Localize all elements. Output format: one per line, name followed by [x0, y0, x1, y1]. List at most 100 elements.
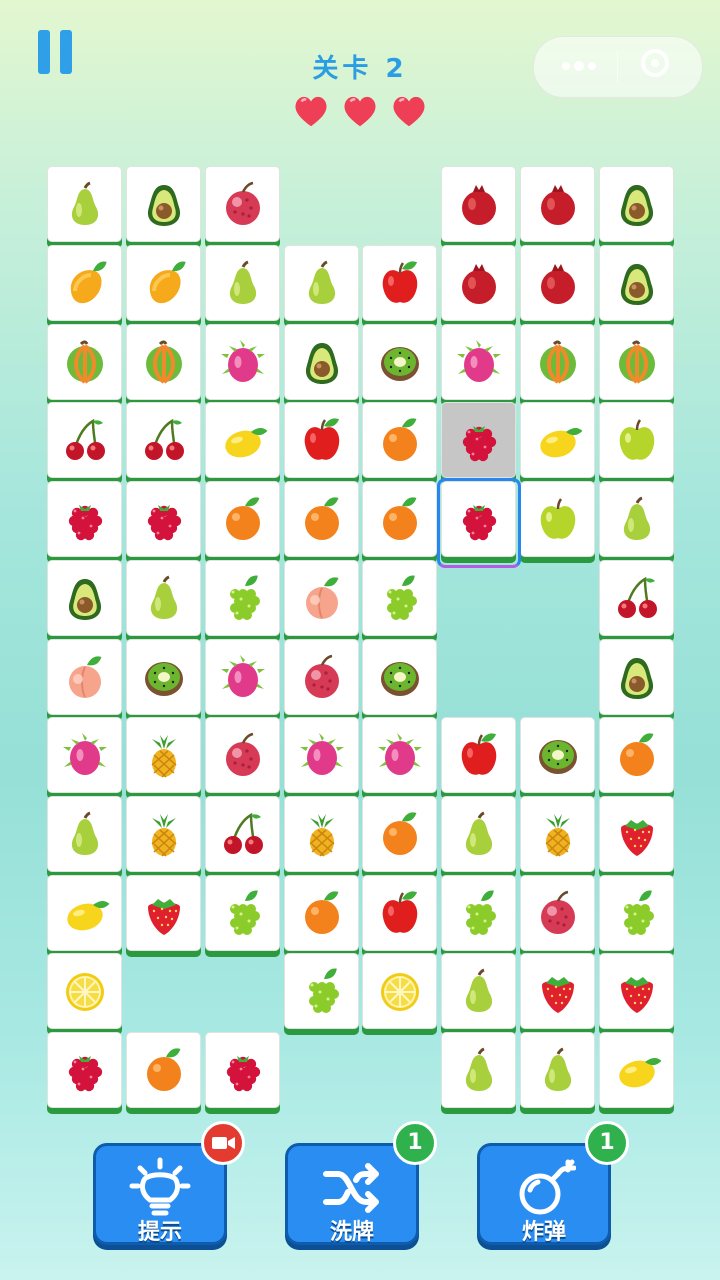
tile-dragonfruit[interactable] [362, 717, 437, 793]
tile-avocado[interactable] [47, 560, 122, 636]
tile-lemon[interactable] [47, 875, 122, 951]
tile-pomegranate[interactable] [520, 166, 595, 242]
tile-pear[interactable] [284, 245, 359, 321]
tile-lemon[interactable] [520, 402, 595, 478]
melon-icon [67, 340, 103, 384]
tile-dragonfruit[interactable] [284, 717, 359, 793]
tile-pear[interactable] [47, 796, 122, 872]
tile-lychee[interactable] [520, 875, 595, 951]
tile-raspberry[interactable] [126, 481, 201, 557]
tile-pear[interactable] [520, 1032, 595, 1108]
tile-lemon-slice[interactable] [47, 953, 122, 1029]
tile-dragonfruit[interactable] [205, 639, 280, 715]
tile-peach[interactable] [284, 560, 359, 636]
tile-melon[interactable] [599, 324, 674, 400]
apple-icon [382, 891, 418, 933]
tile-apple[interactable] [362, 245, 437, 321]
tile-orange[interactable] [599, 717, 674, 793]
tile-pear[interactable] [441, 796, 516, 872]
tile-raspberry[interactable] [205, 1032, 280, 1108]
tile-cherry[interactable] [126, 402, 201, 478]
tile-grapes[interactable] [362, 560, 437, 636]
tile-pineapple[interactable] [126, 796, 201, 872]
tile-orange[interactable] [362, 402, 437, 478]
tile-strawberry[interactable] [599, 953, 674, 1029]
tile-orange[interactable] [284, 481, 359, 557]
tile-grapes[interactable] [205, 560, 280, 636]
tile-pear[interactable] [205, 245, 280, 321]
tile-strawberry[interactable] [599, 796, 674, 872]
tile-lemon[interactable] [205, 402, 280, 478]
tile-avocado[interactable] [284, 324, 359, 400]
tile-melon[interactable] [47, 324, 122, 400]
tile-pineapple[interactable] [126, 717, 201, 793]
grapes-icon [309, 968, 339, 1013]
tile-mango[interactable] [126, 245, 201, 321]
tile-pear[interactable] [441, 953, 516, 1029]
tile-lemon[interactable] [599, 1032, 674, 1108]
tile-kiwi[interactable] [520, 717, 595, 793]
tile-lychee[interactable] [284, 639, 359, 715]
tile-orange[interactable] [126, 1032, 201, 1108]
tile-kiwi[interactable] [126, 639, 201, 715]
tile-kiwi[interactable] [362, 324, 437, 400]
tile-avocado[interactable] [599, 166, 674, 242]
tile-dragonfruit[interactable] [441, 324, 516, 400]
bomb-count-badge: 1 [585, 1121, 629, 1165]
green-apple-icon [619, 419, 655, 460]
tile-green-apple[interactable] [599, 402, 674, 478]
tile-lemon-slice[interactable] [362, 953, 437, 1029]
tile-kiwi[interactable] [362, 639, 437, 715]
tile-orange[interactable] [362, 796, 437, 872]
tile-avocado[interactable] [126, 166, 201, 242]
tile-apple[interactable] [284, 402, 359, 478]
tile-orange[interactable] [205, 481, 280, 557]
tile-pomegranate[interactable] [520, 245, 595, 321]
tile-avocado[interactable] [599, 639, 674, 715]
tile-strawberry[interactable] [126, 875, 201, 951]
raspberry-icon [68, 505, 103, 541]
tile-orange[interactable] [284, 875, 359, 951]
orange-icon [383, 812, 417, 855]
tile-grapes[interactable] [599, 875, 674, 951]
avocado-icon [620, 264, 654, 305]
tile-dragonfruit[interactable] [47, 717, 122, 793]
tile-green-apple[interactable] [520, 481, 595, 557]
tile-avocado[interactable] [599, 245, 674, 321]
tile-lychee[interactable] [205, 166, 280, 242]
tile-raspberry[interactable] [47, 481, 122, 557]
tile-raspberry[interactable] [47, 1032, 122, 1108]
tile-peach[interactable] [47, 639, 122, 715]
tile-grapes[interactable] [441, 875, 516, 951]
tile-pear[interactable] [441, 1032, 516, 1108]
tile-cherry[interactable] [205, 796, 280, 872]
tile-pear[interactable] [47, 166, 122, 242]
tile-grapes[interactable] [205, 875, 280, 951]
pear-icon [623, 496, 651, 540]
tile-apple[interactable] [441, 717, 516, 793]
tile-cherry[interactable] [599, 560, 674, 636]
more-icon[interactable] [560, 60, 600, 72]
melon-icon [619, 340, 655, 384]
tile-pear[interactable] [599, 481, 674, 557]
tile-dragonfruit[interactable] [205, 324, 280, 400]
tile-mango[interactable] [47, 245, 122, 321]
tile-orange[interactable] [362, 481, 437, 557]
tile-pomegranate[interactable] [441, 166, 516, 242]
tile-pomegranate[interactable] [441, 245, 516, 321]
tile-grapes[interactable] [284, 953, 359, 1029]
mango-icon [70, 261, 107, 304]
tile-melon[interactable] [126, 324, 201, 400]
tile-pear[interactable] [126, 560, 201, 636]
tile-raspberry[interactable] [441, 481, 516, 557]
tile-pineapple[interactable] [284, 796, 359, 872]
close-target-icon[interactable] [641, 49, 669, 77]
tile-strawberry[interactable] [520, 953, 595, 1029]
kiwi-icon [539, 740, 577, 774]
tile-raspberry[interactable] [441, 402, 516, 478]
tile-lychee[interactable] [205, 717, 280, 793]
tile-apple[interactable] [362, 875, 437, 951]
tile-pineapple[interactable] [520, 796, 595, 872]
tile-cherry[interactable] [47, 402, 122, 478]
tile-melon[interactable] [520, 324, 595, 400]
